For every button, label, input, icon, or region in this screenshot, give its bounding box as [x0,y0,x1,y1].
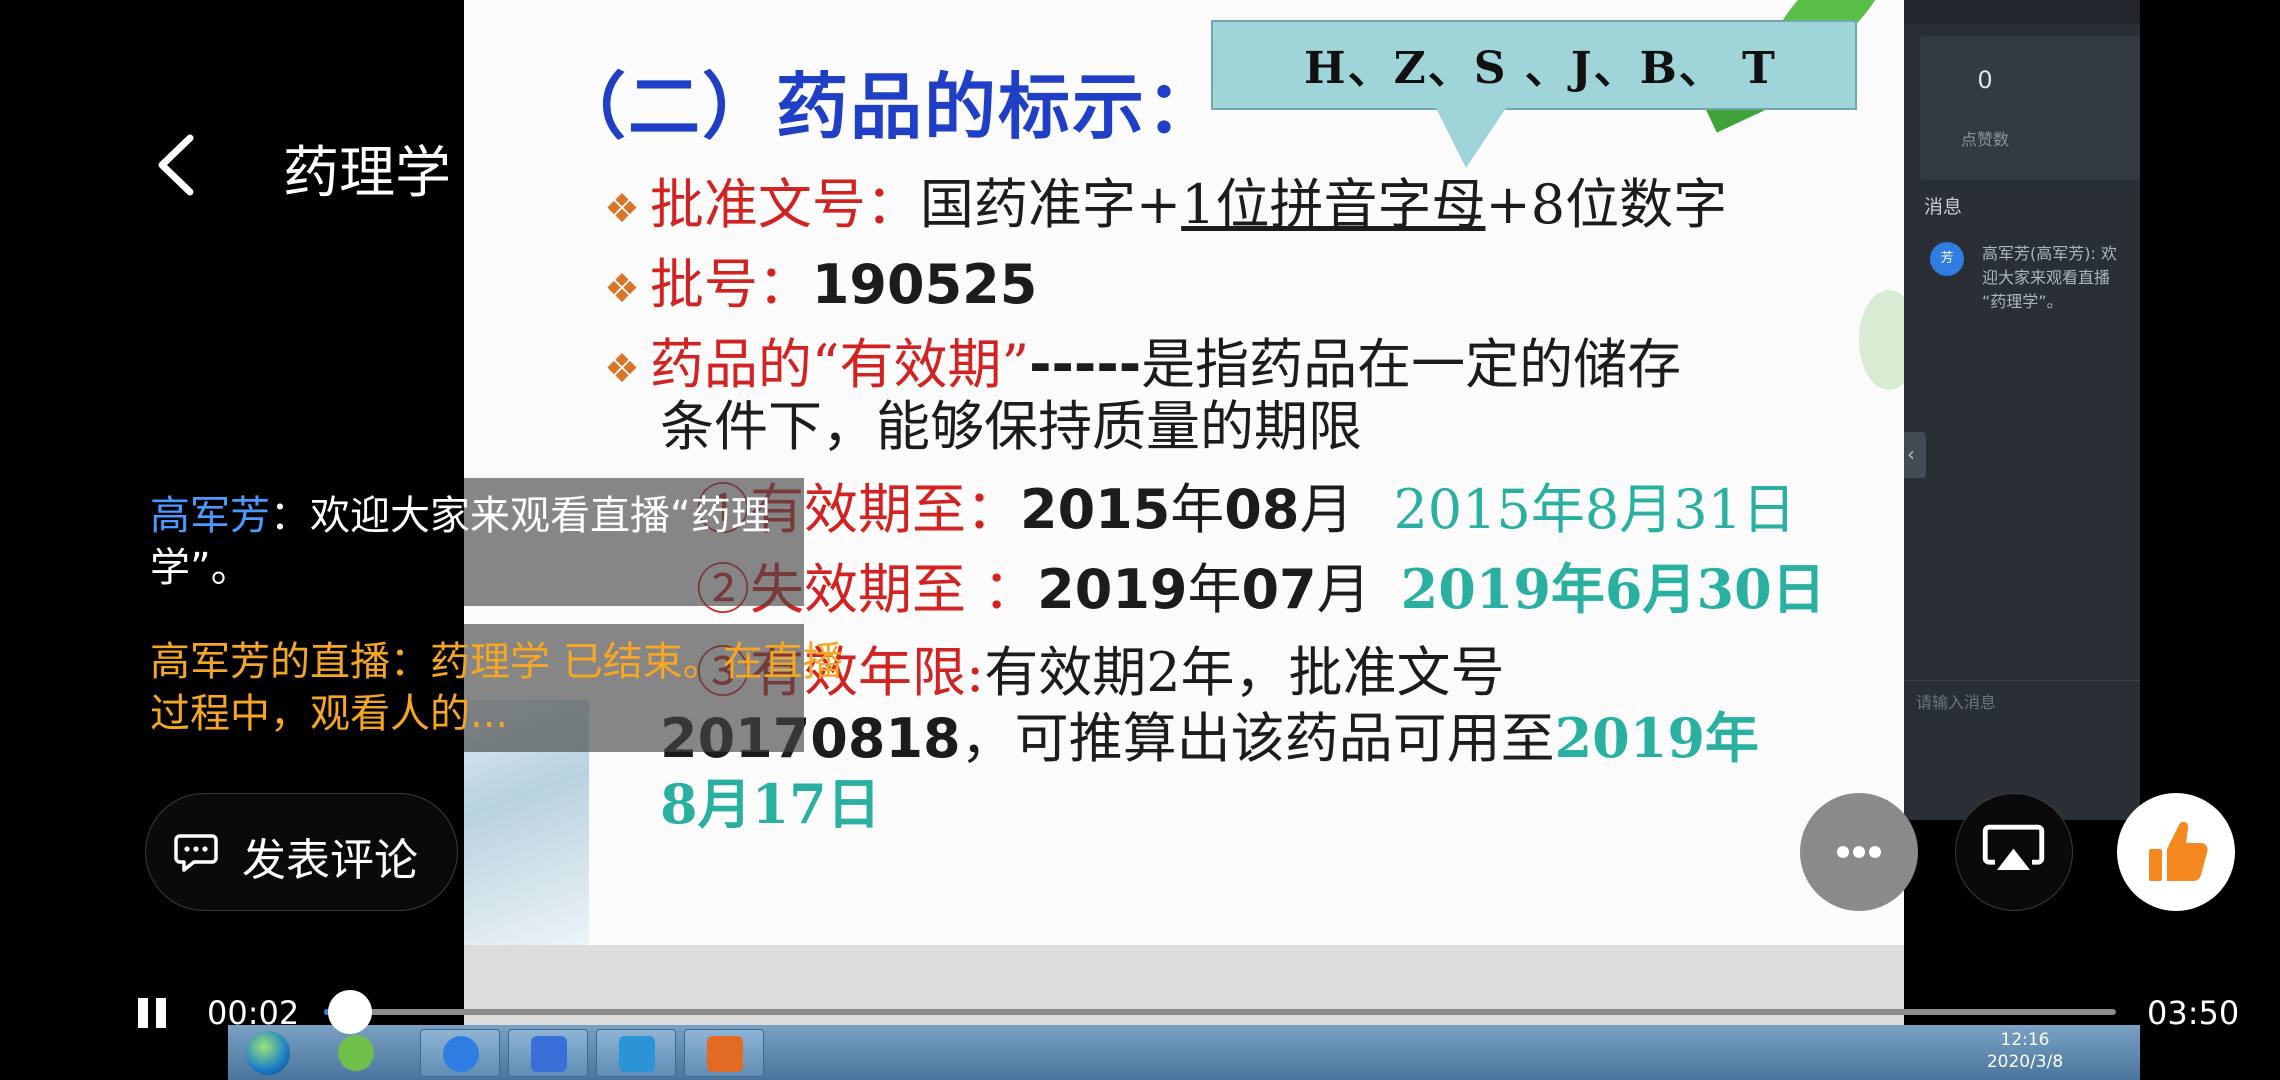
cast-icon [1982,824,2045,871]
comment-button[interactable]: 发表评论 [145,793,458,911]
item-year-suffix: 年 [1187,558,1242,621]
slide-line-approval: ❖ 批准文号：国药准字+1位拼音字母+8位数字 [604,160,1727,239]
chevron-left-icon: ‹ [1907,442,1915,466]
slide-line-batch: ❖ 批号：190525 [604,240,1037,319]
like-count-label: 点赞数 [1960,130,2009,149]
more-icon [1837,846,1849,858]
callout-text: H、Z、S 、J、B、 T [1304,43,1777,94]
pause-icon [156,998,166,1028]
item-month: 07 [1241,558,1317,621]
item-month: 08 [1224,478,1300,541]
app-icon [420,1029,500,1077]
progress-bar[interactable] [324,990,2116,1034]
slide-item-1: ①有效期至：2015年08月2015年8月31日 [696,465,1796,544]
item-note: 2015年8月31日 [1393,478,1796,541]
like-count-box: 0 点赞数 [1920,36,2140,180]
avatar: 芳 [1930,242,1964,276]
comment-icon [174,834,218,872]
batch-label: 批号： [649,253,812,316]
taskbar-date: 2020/3/8 [1986,1052,2064,1072]
windows-start-icon [246,1031,290,1075]
item-year-suffix: 年 [1170,478,1225,541]
chat-username[interactable]: 高军芳 [150,493,270,539]
item-year: 2015 [1020,478,1171,541]
more-button[interactable] [1800,793,1918,911]
item-month-suffix: 月 [1316,558,1371,621]
thumbs-up-icon [2149,821,2208,881]
page-title: 药理学 [283,141,451,206]
bullet-icon: ❖ [604,186,640,232]
more-icon [1869,846,1881,858]
bullet-icon: ❖ [604,266,640,312]
app-icon [684,1029,764,1077]
pc-taskbar: 12:16 2020/3/8 [228,1025,2140,1080]
wechat-icon [316,1029,396,1077]
system-message: 高军芳的直播：药理学 已结束。在直播过程中，观看人的... [150,639,843,737]
item-month-suffix: 月 [1299,478,1354,541]
side-input-placeholder: 请输入消息 [1916,693,1997,712]
stream-side-panel: 0 点赞数 消息 芳 高军芳(高军芳): 欢迎大家来观看直播 “药理学”。 请输… [1904,0,2140,820]
chat-separator: ： [270,493,310,539]
callout-tail [1436,108,1506,168]
side-panel-top [1904,0,2140,24]
pause-icon [138,998,148,1028]
side-message: 高军芳(高军芳): 欢迎大家来观看直播 “药理学”。 [1982,244,2117,311]
app-icon [508,1029,588,1077]
leaf-decoration [1859,290,1904,390]
ppt-slide: （二）药品的标示： H、Z、S 、J、B、 T ❖ 批准文号：国药准字+1位拼音字… [464,0,1904,945]
slide-item-3-end: 8月17日 [660,772,881,836]
pause-button[interactable] [134,996,170,1032]
like-count: 0 [1977,66,1993,94]
batch-value: 190525 [811,253,1038,316]
taskbar-time: 12:16 [2000,1030,2050,1050]
item-text: ，可推算出该药品可用至 [960,707,1555,770]
item-note: 2019年6月30日 [1400,557,1826,621]
like-button[interactable] [2117,793,2235,911]
messages-title: 消息 [1924,196,1963,218]
collapse-handle: ‹ [1904,432,1926,478]
item-year: 2019 [1037,558,1188,621]
total-time: 03:50 [2147,994,2240,1032]
item-teal: 2019年 [1554,706,1759,770]
bullet-icon: ❖ [604,346,640,392]
slide-title: （二）药品的标示： [554,64,1221,149]
current-time: 00:02 [207,994,300,1032]
cast-button[interactable] [1955,793,2073,911]
chat-message: 高军芳：欢迎大家来观看直播“药理学”。 [150,490,850,594]
approval-label: 批准文号： [649,173,920,236]
comment-button-label: 发表评论 [242,835,418,886]
approval-underlined: 1位拼音字母 [1181,173,1486,236]
slide-line-expiry-cont: 条件下，能够保持质量的期限 [660,395,1362,458]
progress-thumb[interactable] [327,990,372,1034]
back-arrow-icon [158,134,194,196]
taskbar-clock: 12:16 2020/3/8 [1980,1029,2070,1073]
approval-text-end: +8位数字 [1485,173,1728,236]
slide-item-2: ②失效期至 ：2019年07月2019年6月30日 [696,545,1826,624]
approval-text: 国药准字+ [919,173,1182,236]
back-button[interactable] [140,120,212,210]
more-icon [1853,846,1865,858]
app-icon [596,1029,676,1077]
